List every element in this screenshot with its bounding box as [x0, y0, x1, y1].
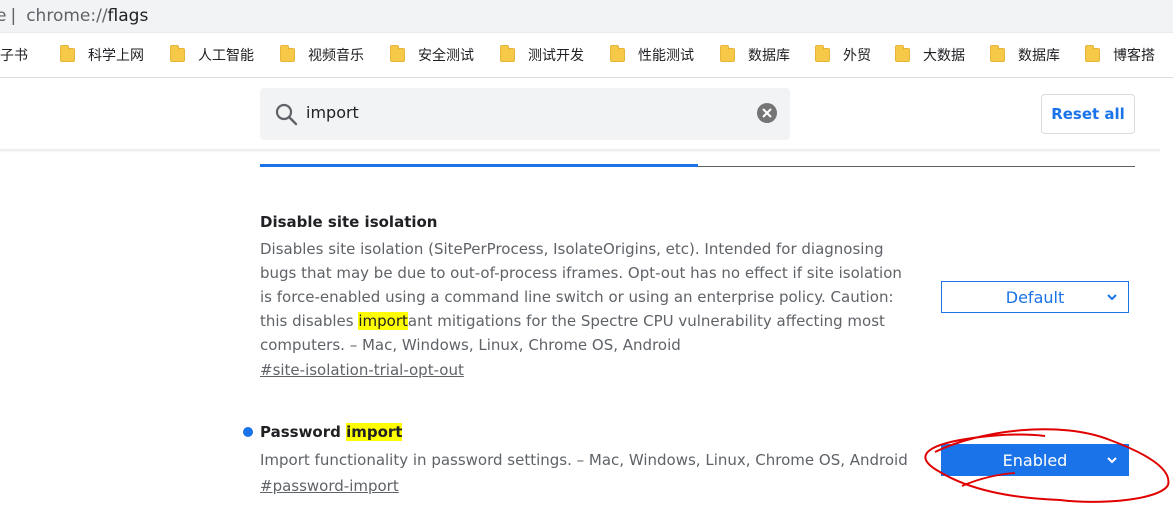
folder-icon [60, 45, 75, 62]
bookmark-item[interactable]: 安全测试 [390, 33, 474, 77]
experiment-state-select[interactable]: Default [941, 281, 1129, 313]
modified-indicator [243, 427, 253, 437]
chevron-down-icon [1107, 457, 1117, 464]
search-input[interactable]: import [306, 103, 359, 122]
experiment-title: Disable site isolation [260, 213, 438, 231]
experiment-state-select[interactable]: Enabled [941, 444, 1129, 476]
folder-icon [815, 45, 830, 62]
bookmark-item[interactable]: 科学上网 [60, 33, 144, 77]
folder-icon [280, 45, 295, 62]
folder-icon [895, 45, 910, 62]
search-icon [275, 103, 298, 126]
chevron-down-icon [1107, 294, 1117, 301]
bookmark-item[interactable]: 视频音乐 [280, 33, 364, 77]
folder-icon [170, 45, 185, 62]
bookmark-label: 电子书 [0, 48, 28, 64]
folder-icon [720, 45, 735, 62]
tab-available-indicator [260, 164, 698, 167]
title-text: Password [260, 423, 347, 441]
folder-icon [390, 45, 405, 62]
bookmark-label: 科学上网 [88, 48, 144, 64]
bookmark-item[interactable]: 数据库 [720, 33, 790, 77]
omnibox-scheme: chrome:// [26, 6, 108, 26]
search-highlight: import [346, 423, 403, 441]
bookmark-item[interactable]: 电子书 [0, 33, 28, 77]
experiment-description: Import functionality in password setting… [260, 451, 908, 469]
search-highlight: import [358, 312, 408, 330]
experiment-permalink[interactable]: #password-import [260, 477, 399, 495]
omnibox-left-fragment: e [0, 6, 7, 26]
omnibox-separator: | [10, 6, 17, 26]
bookmark-label: 安全测试 [418, 48, 474, 64]
bookmark-item[interactable]: 人工智能 [170, 33, 254, 77]
bookmark-label: 博客搭 [1113, 48, 1155, 64]
experiment-description: Disables site isolation (SitePerProcess,… [260, 237, 910, 357]
experiment-title: Password import [260, 423, 403, 441]
clear-icon[interactable] [756, 102, 778, 124]
bookmark-label: 数据库 [748, 48, 790, 64]
bookmark-label: 测试开发 [528, 48, 584, 64]
bookmark-item[interactable]: 外贸 [815, 33, 871, 77]
omnibox-path: flags [107, 6, 149, 26]
bookmark-item[interactable]: 博客搭 [1085, 33, 1155, 77]
experiment-permalink[interactable]: #site-isolation-trial-opt-out [260, 361, 464, 379]
folder-icon [610, 45, 625, 62]
bookmark-label: 性能测试 [638, 48, 694, 64]
bookmark-item[interactable]: 性能测试 [610, 33, 694, 77]
folder-icon [990, 45, 1005, 62]
search-box[interactable]: import [260, 88, 790, 140]
omnibox[interactable]: e | chrome:// flags [0, 0, 1173, 33]
bookmark-item[interactable]: 数据库 [990, 33, 1060, 77]
bookmark-label: 视频音乐 [308, 48, 364, 64]
select-value: Default [1005, 287, 1065, 307]
bookmark-label: 大数据 [923, 48, 965, 64]
header-divider [0, 149, 1160, 153]
select-value: Enabled [1002, 450, 1068, 470]
folder-icon [500, 45, 515, 62]
bookmark-item[interactable]: 大数据 [895, 33, 965, 77]
bookmark-label: 人工智能 [198, 48, 254, 64]
bookmarks-bar: 电子书 科学上网 人工智能 视频音乐 安全测试 测试开发 性能测试 数据库 外贸… [0, 33, 1173, 78]
bookmark-label: 数据库 [1018, 48, 1060, 64]
reset-all-button[interactable]: Reset all [1041, 94, 1135, 134]
bookmark-label: 外贸 [843, 48, 871, 64]
folder-icon [1085, 45, 1100, 62]
bookmark-item[interactable]: 测试开发 [500, 33, 584, 77]
